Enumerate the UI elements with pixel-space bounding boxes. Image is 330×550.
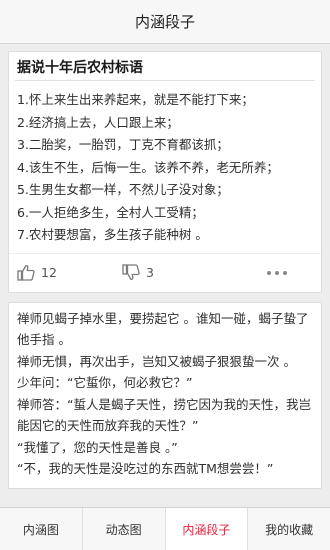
post-line: 1.怀上来生出来养起来，就是不能打下来； (17, 92, 254, 107)
dislike-count: 3 (146, 265, 154, 280)
post-feed[interactable]: 据说十年后农村标语 1.怀上来生出来养起来，就是不能打下来； 2.经济搞上去，人… (0, 44, 330, 507)
post-body: 禅师见蝎子掉水里，要捞起它 。谁知一碰，蝎子蛰了他手指 。 禅师无惧，再次出手，… (9, 303, 321, 488)
post-line: 禅师见蝎子掉水里，要捞起它 。谁知一碰，蝎子蛰了他手指 。 (17, 310, 309, 348)
more-icon[interactable] (267, 270, 287, 275)
page-title: 内涵段子 (134, 13, 195, 31)
like-button[interactable]: 12 (17, 264, 122, 281)
post-line: “我懂了，您的天性是善良 。” (17, 439, 178, 455)
thumbs-down-icon (122, 264, 140, 281)
dislike-button[interactable]: 3 (122, 264, 227, 281)
post-line: 5.生男生女都一样，不然儿子没对象； (17, 182, 229, 197)
post-actions: 12 3 (9, 252, 321, 292)
app-header: 内涵段子 (0, 0, 330, 44)
tab-image-jokes[interactable]: 内涵图 (0, 508, 83, 550)
post-card[interactable]: 据说十年后农村标语 1.怀上来生出来养起来，就是不能打下来； 2.经济搞上去，人… (8, 51, 322, 293)
post-title: 据说十年后农村标语 (17, 60, 143, 76)
like-count: 12 (41, 265, 57, 280)
post-line: 少年问：“它蜇你，何必救它？” (17, 375, 193, 390)
tab-gifs[interactable]: 动态图 (83, 508, 166, 550)
post-line: 7.农村要想富，多生孩子能种树 。 (17, 227, 208, 242)
post-line: 禅师无惧，再次出手，岂知又被蝎子狠狠蛰一次 。 (17, 353, 296, 369)
post-line: “不，我的天性是没吃过的东西就TM想尝尝！” (17, 461, 274, 476)
post-line: 禅师答：“蜇人是蝎子天性，捞它因为我的天性，我岂能因它的天性而放弃我的天性？” (17, 396, 311, 434)
post-line: 2.经济搞上去，人口跟上来； (17, 114, 179, 130)
tab-text-jokes[interactable]: 内涵段子 (165, 508, 249, 550)
bottom-tab-bar: 内涵图 动态图 内涵段子 我的收藏 (0, 507, 330, 550)
thumbs-up-icon (17, 264, 35, 281)
post-line: 4.该生不生，后悔一生。该养不养，老无所养； (17, 159, 279, 175)
post-line: 6.一人拒绝多生，全村人工受精； (17, 204, 204, 220)
post-line: 3.二胎奖，一胎罚，丁克不育都该抓； (17, 137, 229, 152)
post-body: 1.怀上来生出来养起来，就是不能打下来； 2.经济搞上去，人口跟上来； 3.二胎… (9, 81, 321, 253)
post-card[interactable]: 禅师见蝎子掉水里，要捞起它 。谁知一碰，蝎子蛰了他手指 。 禅师无惧，再次出手，… (8, 301, 322, 489)
tab-favorites[interactable]: 我的收藏 (248, 508, 330, 550)
